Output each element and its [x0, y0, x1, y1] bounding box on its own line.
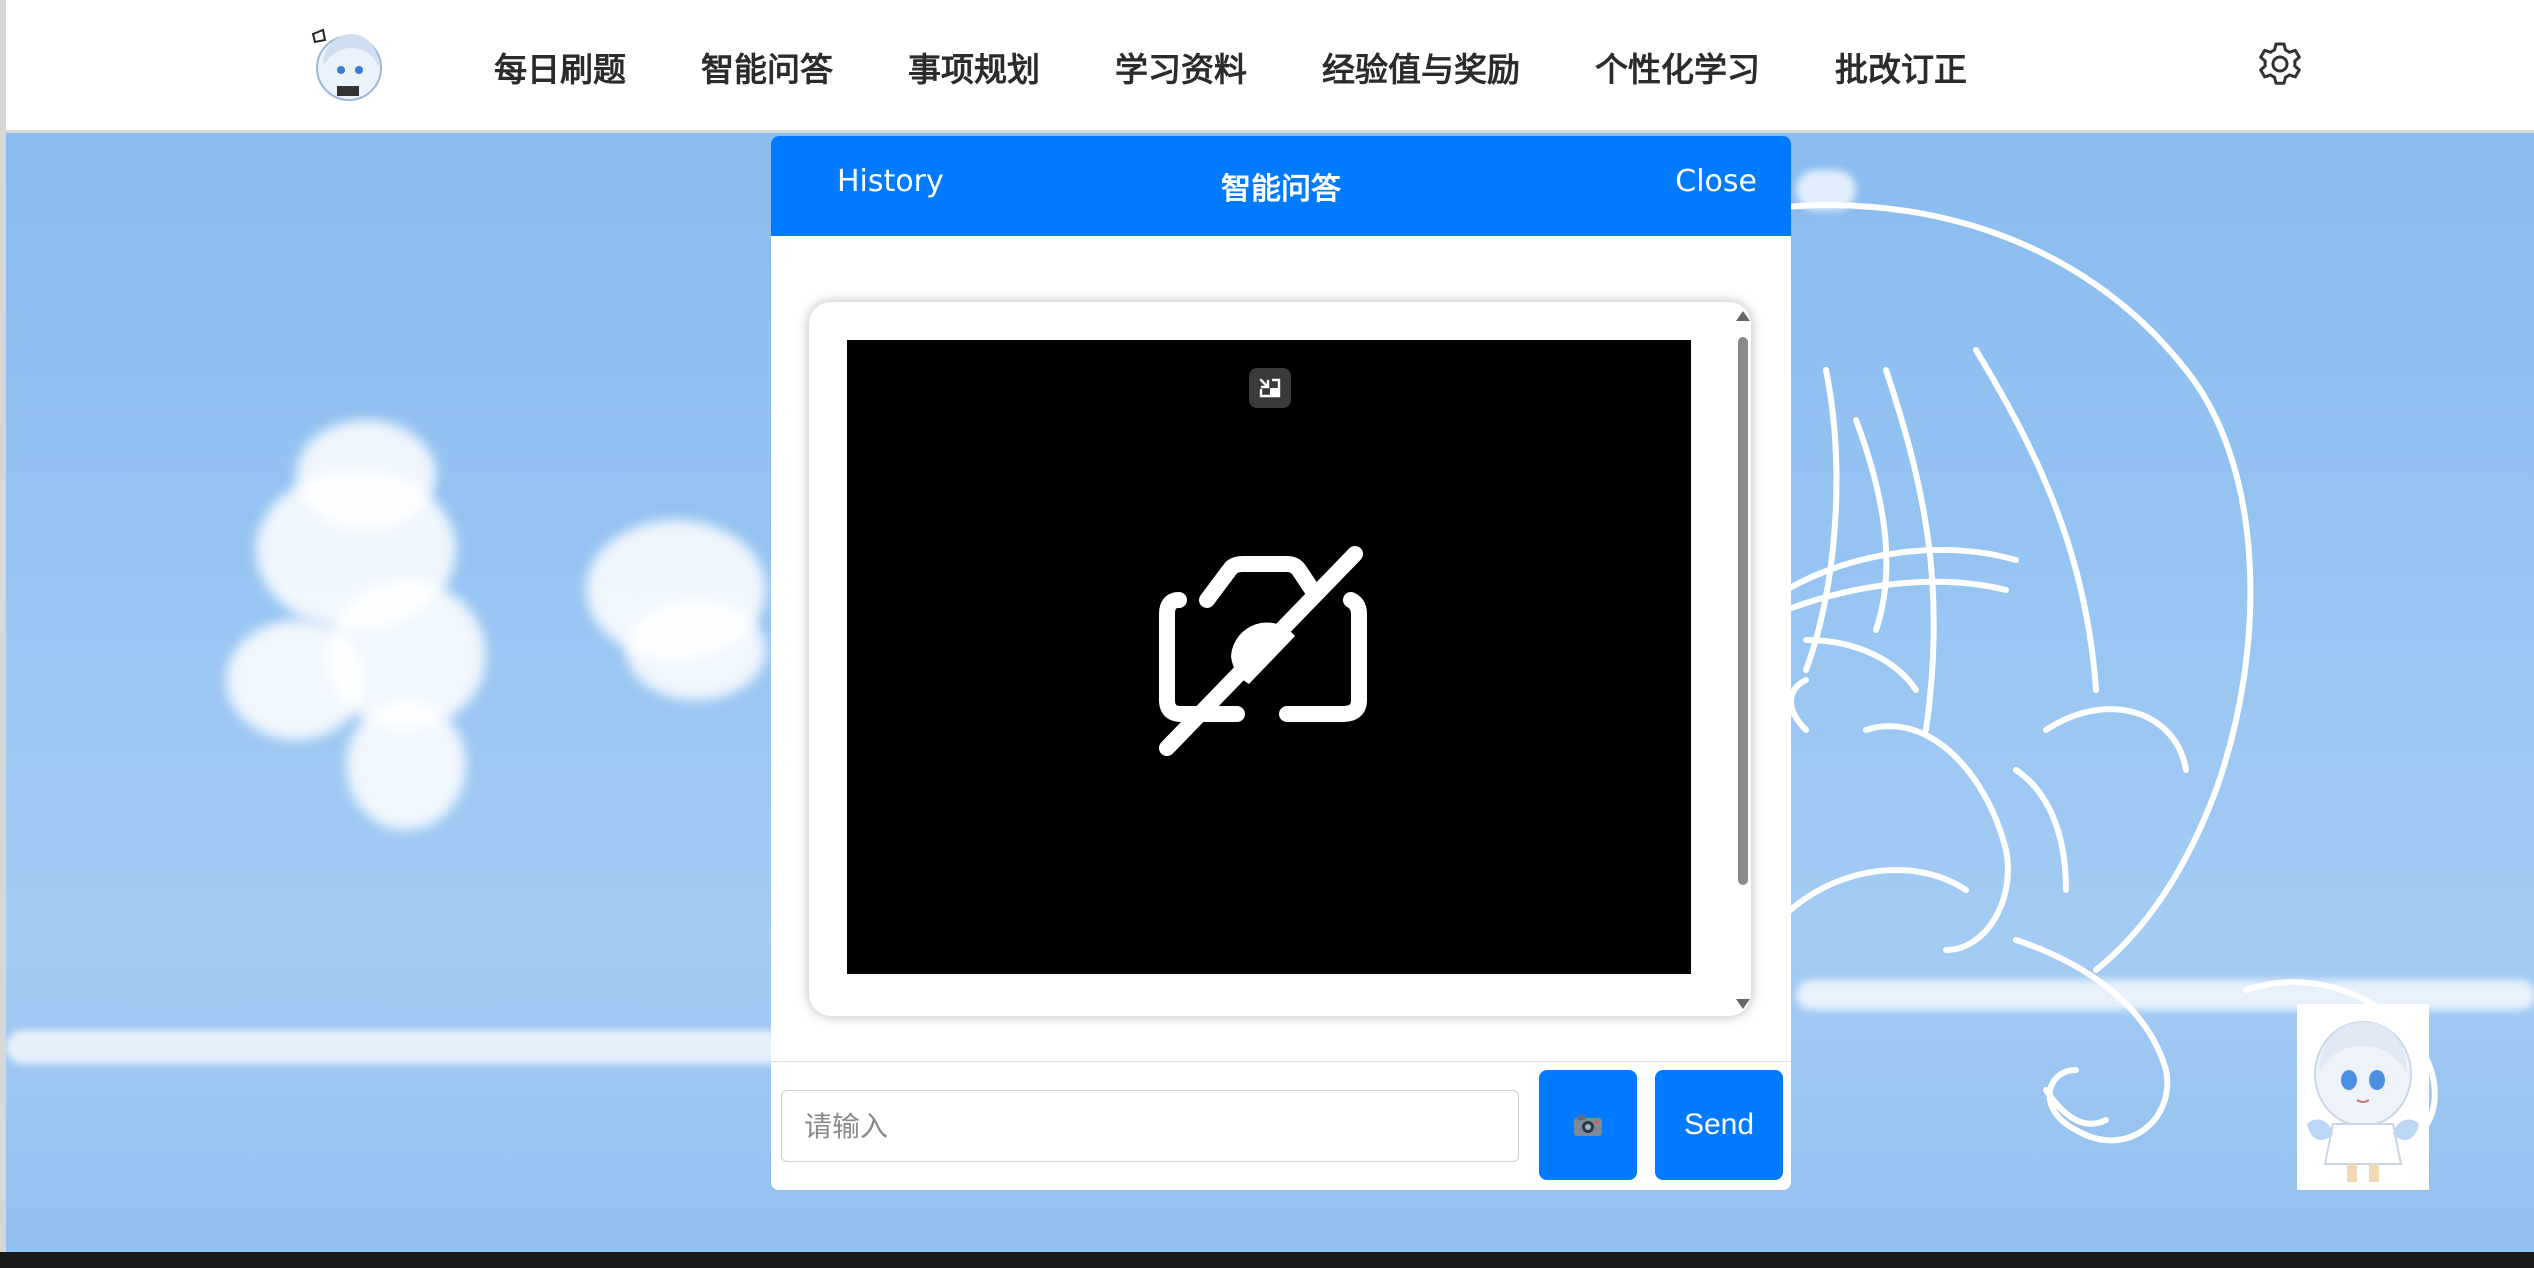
chat-panel: History 智能问答 Close 请输入 Send: [771, 136, 1791, 1190]
chat-title: 智能问答: [1221, 172, 1341, 207]
nav-item-daily-practice[interactable]: 每日刷题: [494, 43, 626, 91]
nav-item-smart-qa[interactable]: 智能问答: [701, 43, 833, 91]
camera-button[interactable]: [1539, 1070, 1637, 1180]
nav-item-materials[interactable]: 学习资料: [1115, 43, 1247, 91]
picture-in-picture-icon[interactable]: [1249, 368, 1291, 408]
send-button[interactable]: Send: [1655, 1070, 1783, 1180]
nav-item-corrections[interactable]: 批改订正: [1835, 43, 1967, 91]
gear-icon[interactable]: [2256, 40, 2304, 88]
nav-item-xp-rewards[interactable]: 经验值与奖励: [1322, 43, 1520, 91]
message-area[interactable]: [809, 302, 1751, 1016]
scroll-thumb[interactable]: [1738, 337, 1748, 885]
window-edge: [0, 0, 6, 1252]
message-scrollbar[interactable]: [1736, 311, 1750, 1009]
logo-icon[interactable]: [309, 26, 385, 106]
mascot-avatar[interactable]: [2297, 1004, 2429, 1190]
camera-off-icon: [1159, 546, 1367, 756]
nav-menu: 每日刷题 智能问答 事项规划 学习资料 经验值与奖励 个性化学习 批改订正: [494, 0, 2042, 133]
taskbar-strip: [0, 1252, 2534, 1268]
camera-icon: [1574, 1115, 1602, 1136]
scroll-up-arrow[interactable]: [1736, 311, 1750, 321]
message-input[interactable]: [781, 1090, 1519, 1162]
camera-video-preview[interactable]: [847, 340, 1691, 974]
nav-item-personalized[interactable]: 个性化学习: [1595, 43, 1760, 91]
chat-header: History 智能问答 Close: [771, 136, 1791, 236]
top-navbar: 每日刷题 智能问答 事项规划 学习资料 经验值与奖励 个性化学习 批改订正: [6, 0, 2534, 133]
close-button[interactable]: Close: [1675, 164, 1757, 199]
nav-item-planning[interactable]: 事项规划: [908, 43, 1040, 91]
scroll-down-arrow[interactable]: [1736, 999, 1750, 1009]
